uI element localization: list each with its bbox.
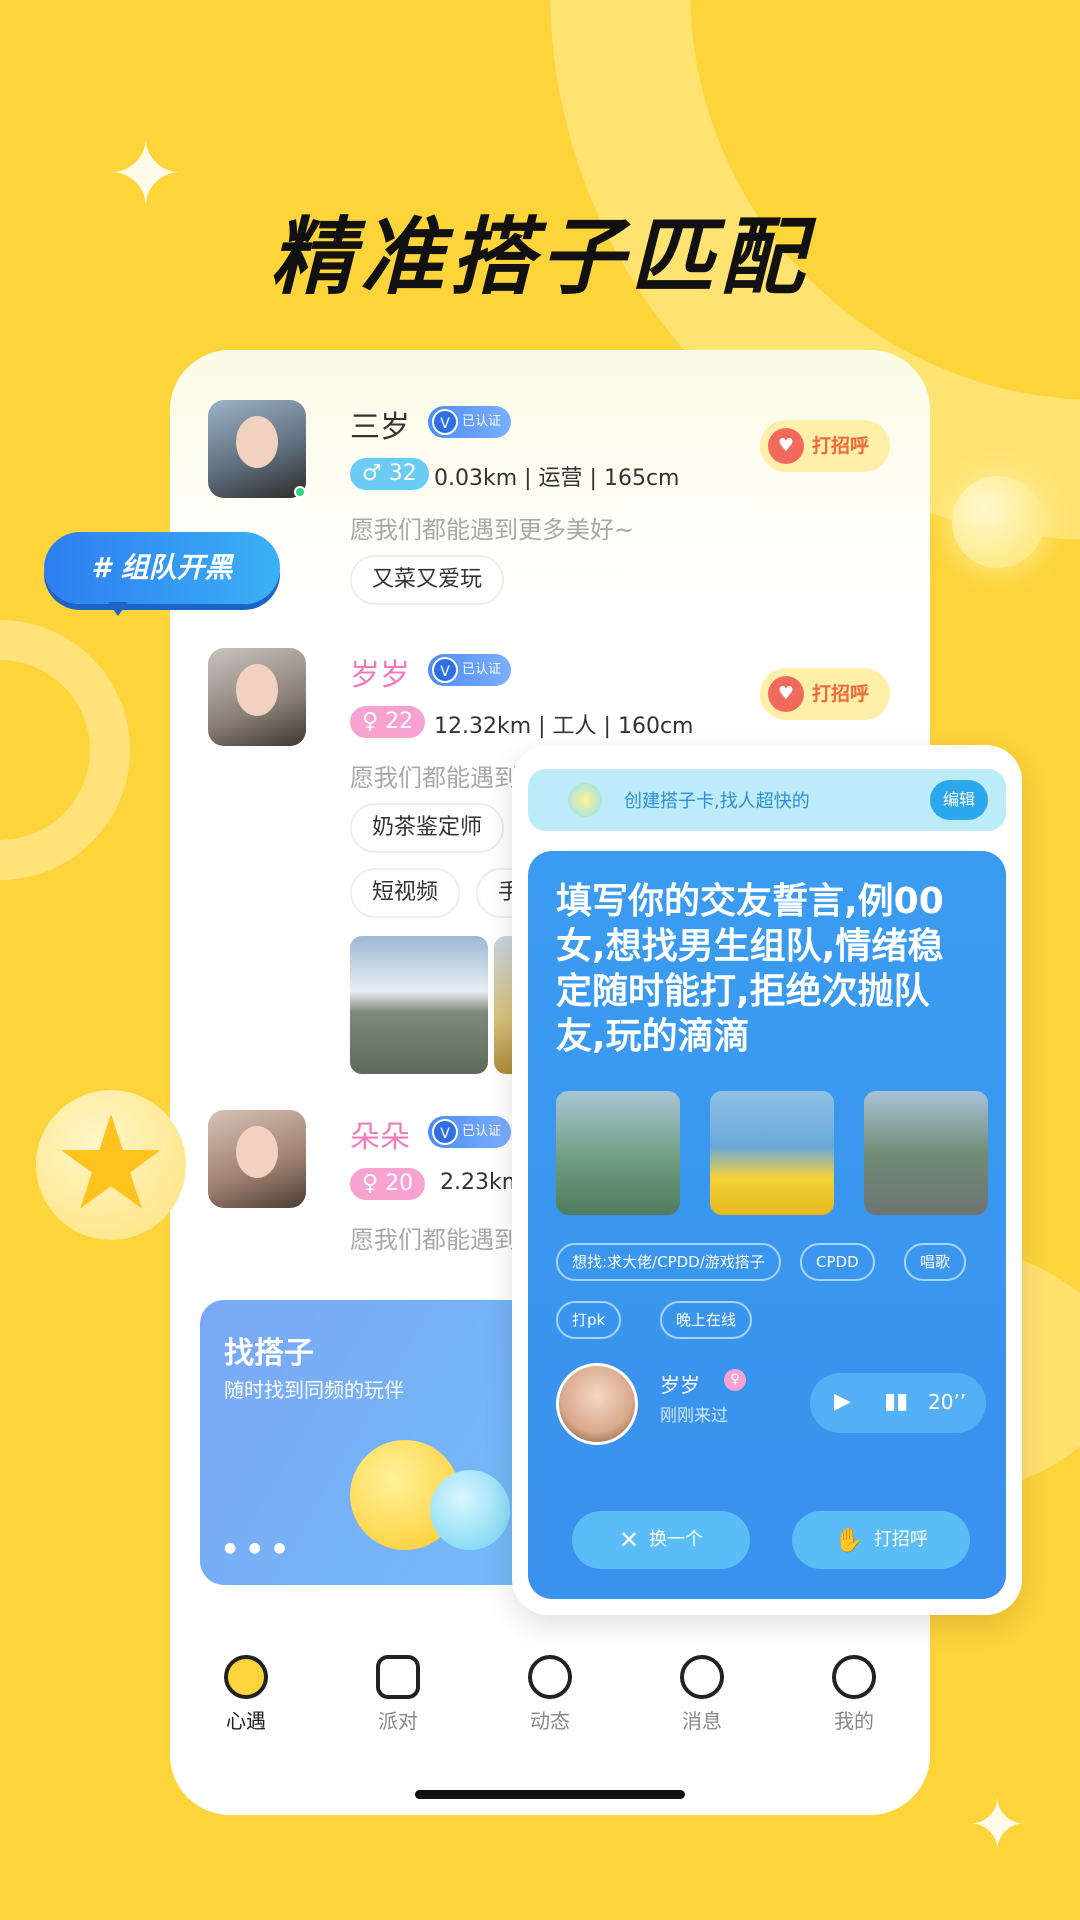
heart-icon bbox=[224, 1655, 268, 1699]
clap-icon: ✋ bbox=[834, 1526, 864, 1554]
smile-icon bbox=[832, 1655, 876, 1699]
greet-button[interactable]: ✋ 打招呼 bbox=[792, 1511, 970, 1569]
card-photo[interactable] bbox=[710, 1091, 834, 1215]
headline: 精准搭子匹配 bbox=[269, 208, 810, 306]
gender-age-badge: ♂ 32 bbox=[350, 458, 429, 490]
card-tag: 想找:求大佬/CPDD/游戏搭子 bbox=[556, 1243, 781, 1281]
greet-button[interactable]: ♥ 打招呼 bbox=[760, 668, 890, 720]
pledge-text: 填写你的交友誓言,例00女,想找男生组队,情绪稳定随时能打,拒绝次抛队友,玩的滴… bbox=[556, 881, 944, 1057]
sparkle-star-icon: ✦ bbox=[968, 1784, 1027, 1866]
greet-button[interactable]: ♥ 打招呼 bbox=[760, 420, 890, 472]
heart-icon: ♥ bbox=[768, 428, 804, 464]
create-card-bar[interactable]: 创建搭子卡,找人超快的 编辑 bbox=[528, 769, 1006, 831]
interest-tag: 短视频 bbox=[350, 868, 461, 918]
star-bubble-icon: ★ bbox=[36, 1090, 186, 1240]
avatar[interactable] bbox=[208, 648, 306, 746]
card-user-name: 岁岁 bbox=[660, 1373, 700, 1397]
shield-icon: V bbox=[432, 1119, 458, 1145]
partner-card: 创建搭子卡,找人超快的 编辑 填写你的交友誓言,例00女,想找男生组队,情绪稳定… bbox=[512, 745, 1022, 1615]
voice-message[interactable]: ▶ ▮▮ 20’’ bbox=[810, 1373, 986, 1433]
card-tag: 打pk bbox=[556, 1301, 622, 1339]
edit-button[interactable]: 编辑 bbox=[930, 780, 988, 820]
user-motto: 愿我们都能遇到更多美好~ bbox=[350, 516, 635, 544]
user-name: 三岁 bbox=[350, 410, 410, 445]
voice-duration: 20’’ bbox=[928, 1390, 967, 1414]
user-motto: 愿我们都能遇到 bbox=[350, 1226, 518, 1254]
gender-age-badge: ♀ 20 bbox=[350, 1168, 426, 1200]
user-motto: 愿我们都能遇到 bbox=[350, 764, 518, 792]
decor-bubble bbox=[952, 476, 1044, 568]
team-up-label: # 组队开黑 bbox=[44, 532, 280, 616]
user-info: 12.32km | 工人 | 160cm bbox=[434, 714, 694, 739]
verified-badge: V 已认证 bbox=[428, 406, 512, 438]
screen: ✦ ✦ 精准搭子匹配 三岁 V 已认证 ♂ 32 0.03km | 运营 | 16… bbox=[0, 0, 1080, 1920]
online-dot bbox=[294, 486, 306, 498]
card-photo[interactable] bbox=[556, 1091, 680, 1215]
shield-icon: V bbox=[432, 657, 458, 683]
avatar[interactable] bbox=[208, 1110, 306, 1208]
user-photo[interactable] bbox=[350, 936, 488, 1074]
user-info: 2.23km bbox=[440, 1170, 524, 1195]
female-icon: ♀ bbox=[724, 1369, 746, 1391]
user-name: 朵朵 bbox=[350, 1120, 410, 1155]
tab-mine[interactable]: 我的 bbox=[804, 1655, 904, 1734]
user-name: 岁岁 bbox=[350, 658, 410, 693]
play-icon[interactable]: ▶ bbox=[834, 1389, 851, 1414]
card-tag: 唱歌 bbox=[904, 1243, 967, 1281]
avatar[interactable] bbox=[208, 400, 306, 498]
trend-icon bbox=[376, 1655, 420, 1699]
home-indicator[interactable] bbox=[415, 1790, 685, 1799]
banner-title: 找搭子 bbox=[224, 1336, 314, 1371]
create-card-text: 创建搭子卡,找人超快的 bbox=[624, 791, 810, 812]
carousel-dots: ● ● ● bbox=[224, 1540, 290, 1556]
heart-icon: ♥ bbox=[768, 676, 804, 712]
interest-tag: 又菜又爱玩 bbox=[350, 555, 505, 605]
interest-tag: 奶茶鉴定师 bbox=[350, 803, 505, 853]
tab-bar: 心遇 派对 动态 消息 我的 bbox=[170, 1655, 930, 1765]
card-photo[interactable] bbox=[864, 1091, 988, 1215]
tab-moments[interactable]: 动态 bbox=[500, 1655, 600, 1734]
skip-button[interactable]: ✕ 换一个 bbox=[572, 1511, 750, 1569]
tab-messages[interactable]: 消息 bbox=[652, 1655, 752, 1734]
card-user-status: 刚刚来过 bbox=[660, 1406, 728, 1426]
decor-ring-left bbox=[0, 620, 130, 880]
avatar[interactable] bbox=[556, 1363, 638, 1445]
gender-age-badge: ♀ 22 bbox=[350, 706, 426, 738]
user-info: 0.03km | 运营 | 165cm bbox=[434, 466, 680, 491]
close-icon: ✕ bbox=[618, 1526, 640, 1554]
card-tag: 晚上在线 bbox=[660, 1301, 753, 1339]
card-tag: CPDD bbox=[800, 1243, 875, 1281]
chat-icon bbox=[680, 1655, 724, 1699]
verified-badge: V 已认证 bbox=[428, 1116, 512, 1148]
verified-badge: V 已认证 bbox=[428, 654, 512, 686]
smile-emoji-icon bbox=[430, 1470, 510, 1550]
tab-party[interactable]: 派对 bbox=[348, 1655, 448, 1734]
banner-subtitle: 随时找到同频的玩伴 bbox=[224, 1378, 404, 1402]
tab-xinyu[interactable]: 心遇 bbox=[196, 1655, 296, 1734]
partner-card-body: 填写你的交友誓言,例00女,想找男生组队,情绪稳定随时能打,拒绝次抛队友,玩的滴… bbox=[528, 851, 1006, 1599]
shield-icon: V bbox=[432, 409, 458, 435]
compass-icon bbox=[528, 1655, 572, 1699]
mascot-icon bbox=[568, 783, 602, 817]
waveform-icon: ▮▮ bbox=[884, 1389, 909, 1414]
